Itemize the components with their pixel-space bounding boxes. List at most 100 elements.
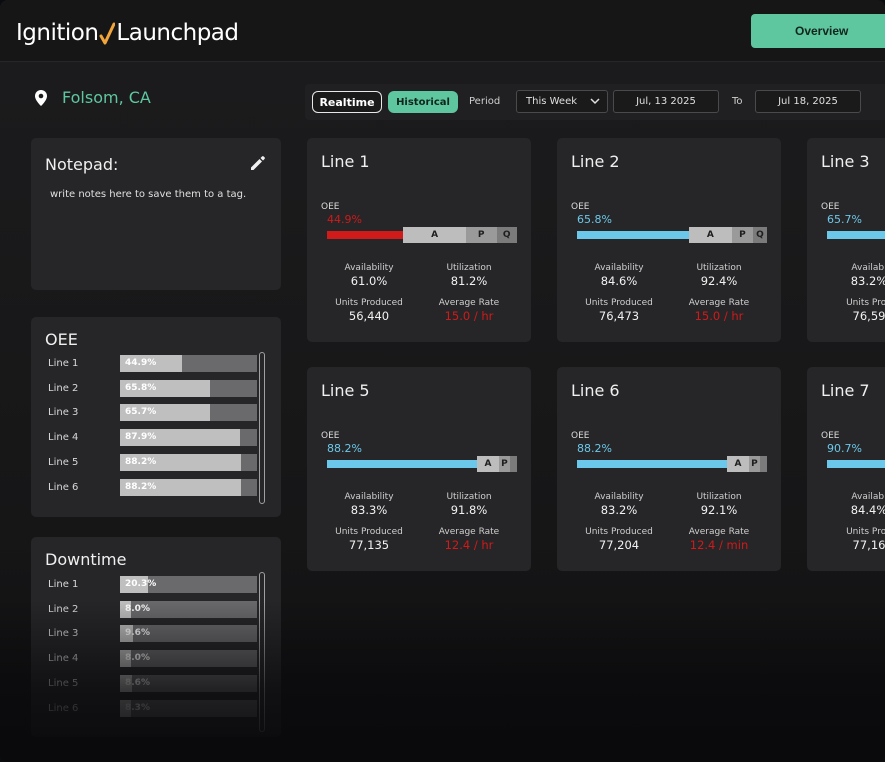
oee-row-label: Line 4 [48,432,79,444]
oee-apq-bar [827,456,885,472]
oee-apq-bar: AP [327,456,517,472]
downtime-bar-value: 9.6% [125,628,150,639]
oee-panel: OEE Line 1 44.9% Line 2 65.8% Line 3 65.7% Lin… [31,317,281,517]
performance-segment: P [498,456,510,472]
oee-row[interactable]: Line 6 88.2% [31,478,271,497]
line-card-title: Line 2 [571,152,620,171]
oee-value: 44.9% [327,213,362,226]
historical-button[interactable]: Historical [388,91,458,113]
oee-row[interactable]: Line 4 87.9% [31,429,271,447]
downtime-row[interactable]: Line 4 8.0% [31,650,271,668]
location: Folsom, CA [34,88,151,107]
realtime-button[interactable]: Realtime [312,91,382,113]
units-label: Units Prod [846,298,885,308]
downtime-scrollbar[interactable] [259,572,265,732]
oee-bar-value: 65.7% [125,407,157,418]
logo-check-icon [99,22,116,45]
oee-row[interactable]: Line 5 88.2% [31,453,271,472]
line-card[interactable]: Line 2 OEE 65.8% A P Q Availability 84.6% Utiliz… [557,138,781,342]
performance-segment: P [748,456,760,472]
units-value: 56,440 [348,309,390,323]
rate-value: 15.0 / hr [444,309,494,323]
oee-bar-value: 88.2% [125,456,157,467]
oee-row[interactable]: Line 1 44.9% [31,355,271,373]
utilization-value: 92.4% [700,274,738,288]
availability-segment: A [476,456,499,472]
rate-label: Average Rate [688,298,750,308]
availability-segment: A [726,456,749,472]
downtime-panel-title: Downtime [45,550,127,569]
logo-text-left: Ignition [16,20,99,46]
oee-value: 88.2% [327,442,362,455]
notepad-text[interactable]: write notes here to save them to a tag. [50,189,246,200]
utilization-label: Utilization [446,263,492,273]
utilization-stat: Utilization 92.1% [669,492,769,517]
oee-panel-title: OEE [45,330,78,349]
oee-row[interactable]: Line 2 65.8% [31,379,271,398]
quality-segment [509,456,517,472]
oee-apq-bar: APQ [577,227,767,243]
units-value: 76,59 [852,309,885,323]
downtime-bar-value: 8.0% [125,653,150,664]
rate-label: Average Rate [438,298,500,308]
pencil-edit-icon[interactable] [249,154,267,172]
units-value: 77,204 [598,538,640,552]
downtime-bar-value: 8.3% [125,702,150,713]
performance-segment: P [731,227,753,243]
oee-bar-fill [827,460,885,468]
chevron-down-icon [590,98,600,105]
period-select[interactable]: This Week [516,90,608,113]
units-stat: Units Prod76,59 [819,298,885,323]
quality-segment: Q [496,227,517,243]
location-label: Folsom, CA [62,88,151,107]
downtime-row-label: Line 2 [48,603,79,615]
availability-label: Availabi [851,263,885,273]
line-card[interactable]: Line 5 OEE 88.2% A P Availability 83.3% Utiliza… [307,367,531,571]
oee-scrollbar[interactable] [259,352,265,504]
oee-bar-value: 65.8% [125,382,157,393]
line-card[interactable]: Line 3 OEE65.7% Availabi83.2% Units Prod76,… [807,138,885,342]
downtime-row[interactable]: Line 6 8.3% [31,699,271,718]
availability-stat: Availability 83.2% [569,492,669,517]
downtime-bar-track: 8.0% [120,650,257,668]
downtime-bar-track: 8.3% [120,699,257,717]
downtime-row[interactable]: Line 2 8.0% [31,600,271,619]
oee-label: OEE [321,202,340,212]
units-stat: Units Produced 56,440 [319,298,419,323]
utilization-label: Utilization [696,263,742,273]
downtime-row[interactable]: Line 5 8.6% [31,674,271,693]
oee-bar-fill [327,460,477,468]
oee-row-label: Line 2 [48,382,79,394]
rate-stat: Average Rate 15.0 / hr [669,298,769,323]
line-card-title: Line 7 [821,381,870,400]
downtime-row[interactable]: Line 3 9.6% [31,625,271,643]
oee-value: 88.2% [577,442,612,455]
oee-bar-track: 87.9% [120,429,257,447]
units-label: Units Produced [585,527,653,537]
units-stat: Units Produced 77,135 [319,527,419,552]
availability-label: Availability [344,263,394,273]
line-card-title: Line 6 [571,381,620,400]
logo: Ignition Launchpad [16,20,239,46]
end-date-field[interactable]: Jul 18, 2025 [755,90,861,113]
oee-bar-fill [327,231,404,239]
availability-value: 83.2% [600,503,638,517]
start-date-field[interactable]: Jul, 13 2025 [613,90,719,113]
units-value: 77,135 [348,538,390,552]
units-stat: Units Produced 77,204 [569,527,669,552]
oee-row-label: Line 1 [48,358,79,369]
units-label: Units Prod [846,527,885,537]
line-card[interactable]: Line 6 OEE 88.2% A P Availability 83.2% Utiliza… [557,367,781,571]
units-label: Units Produced [335,527,403,537]
line-card[interactable]: Line 1 OEE 44.9% A P Q Availability 61.0% Utiliz… [307,138,531,342]
downtime-bar-value: 8.6% [125,677,150,688]
oee-row[interactable]: Line 3 65.7% [31,404,271,422]
downtime-row[interactable]: Line 1 20.3% [31,576,271,594]
oee-bar-value: 87.9% [125,432,157,443]
line-card[interactable]: Line 7 OEE90.7% Availabi84.4% Units Prod77,… [807,367,885,571]
overview-button[interactable]: Overview [751,14,885,48]
oee-bar-fill [577,460,727,468]
rate-label: Average Rate [688,527,750,537]
rate-stat: Average Rate 15.0 / hr [419,298,519,323]
rate-label: Average Rate [438,527,500,537]
